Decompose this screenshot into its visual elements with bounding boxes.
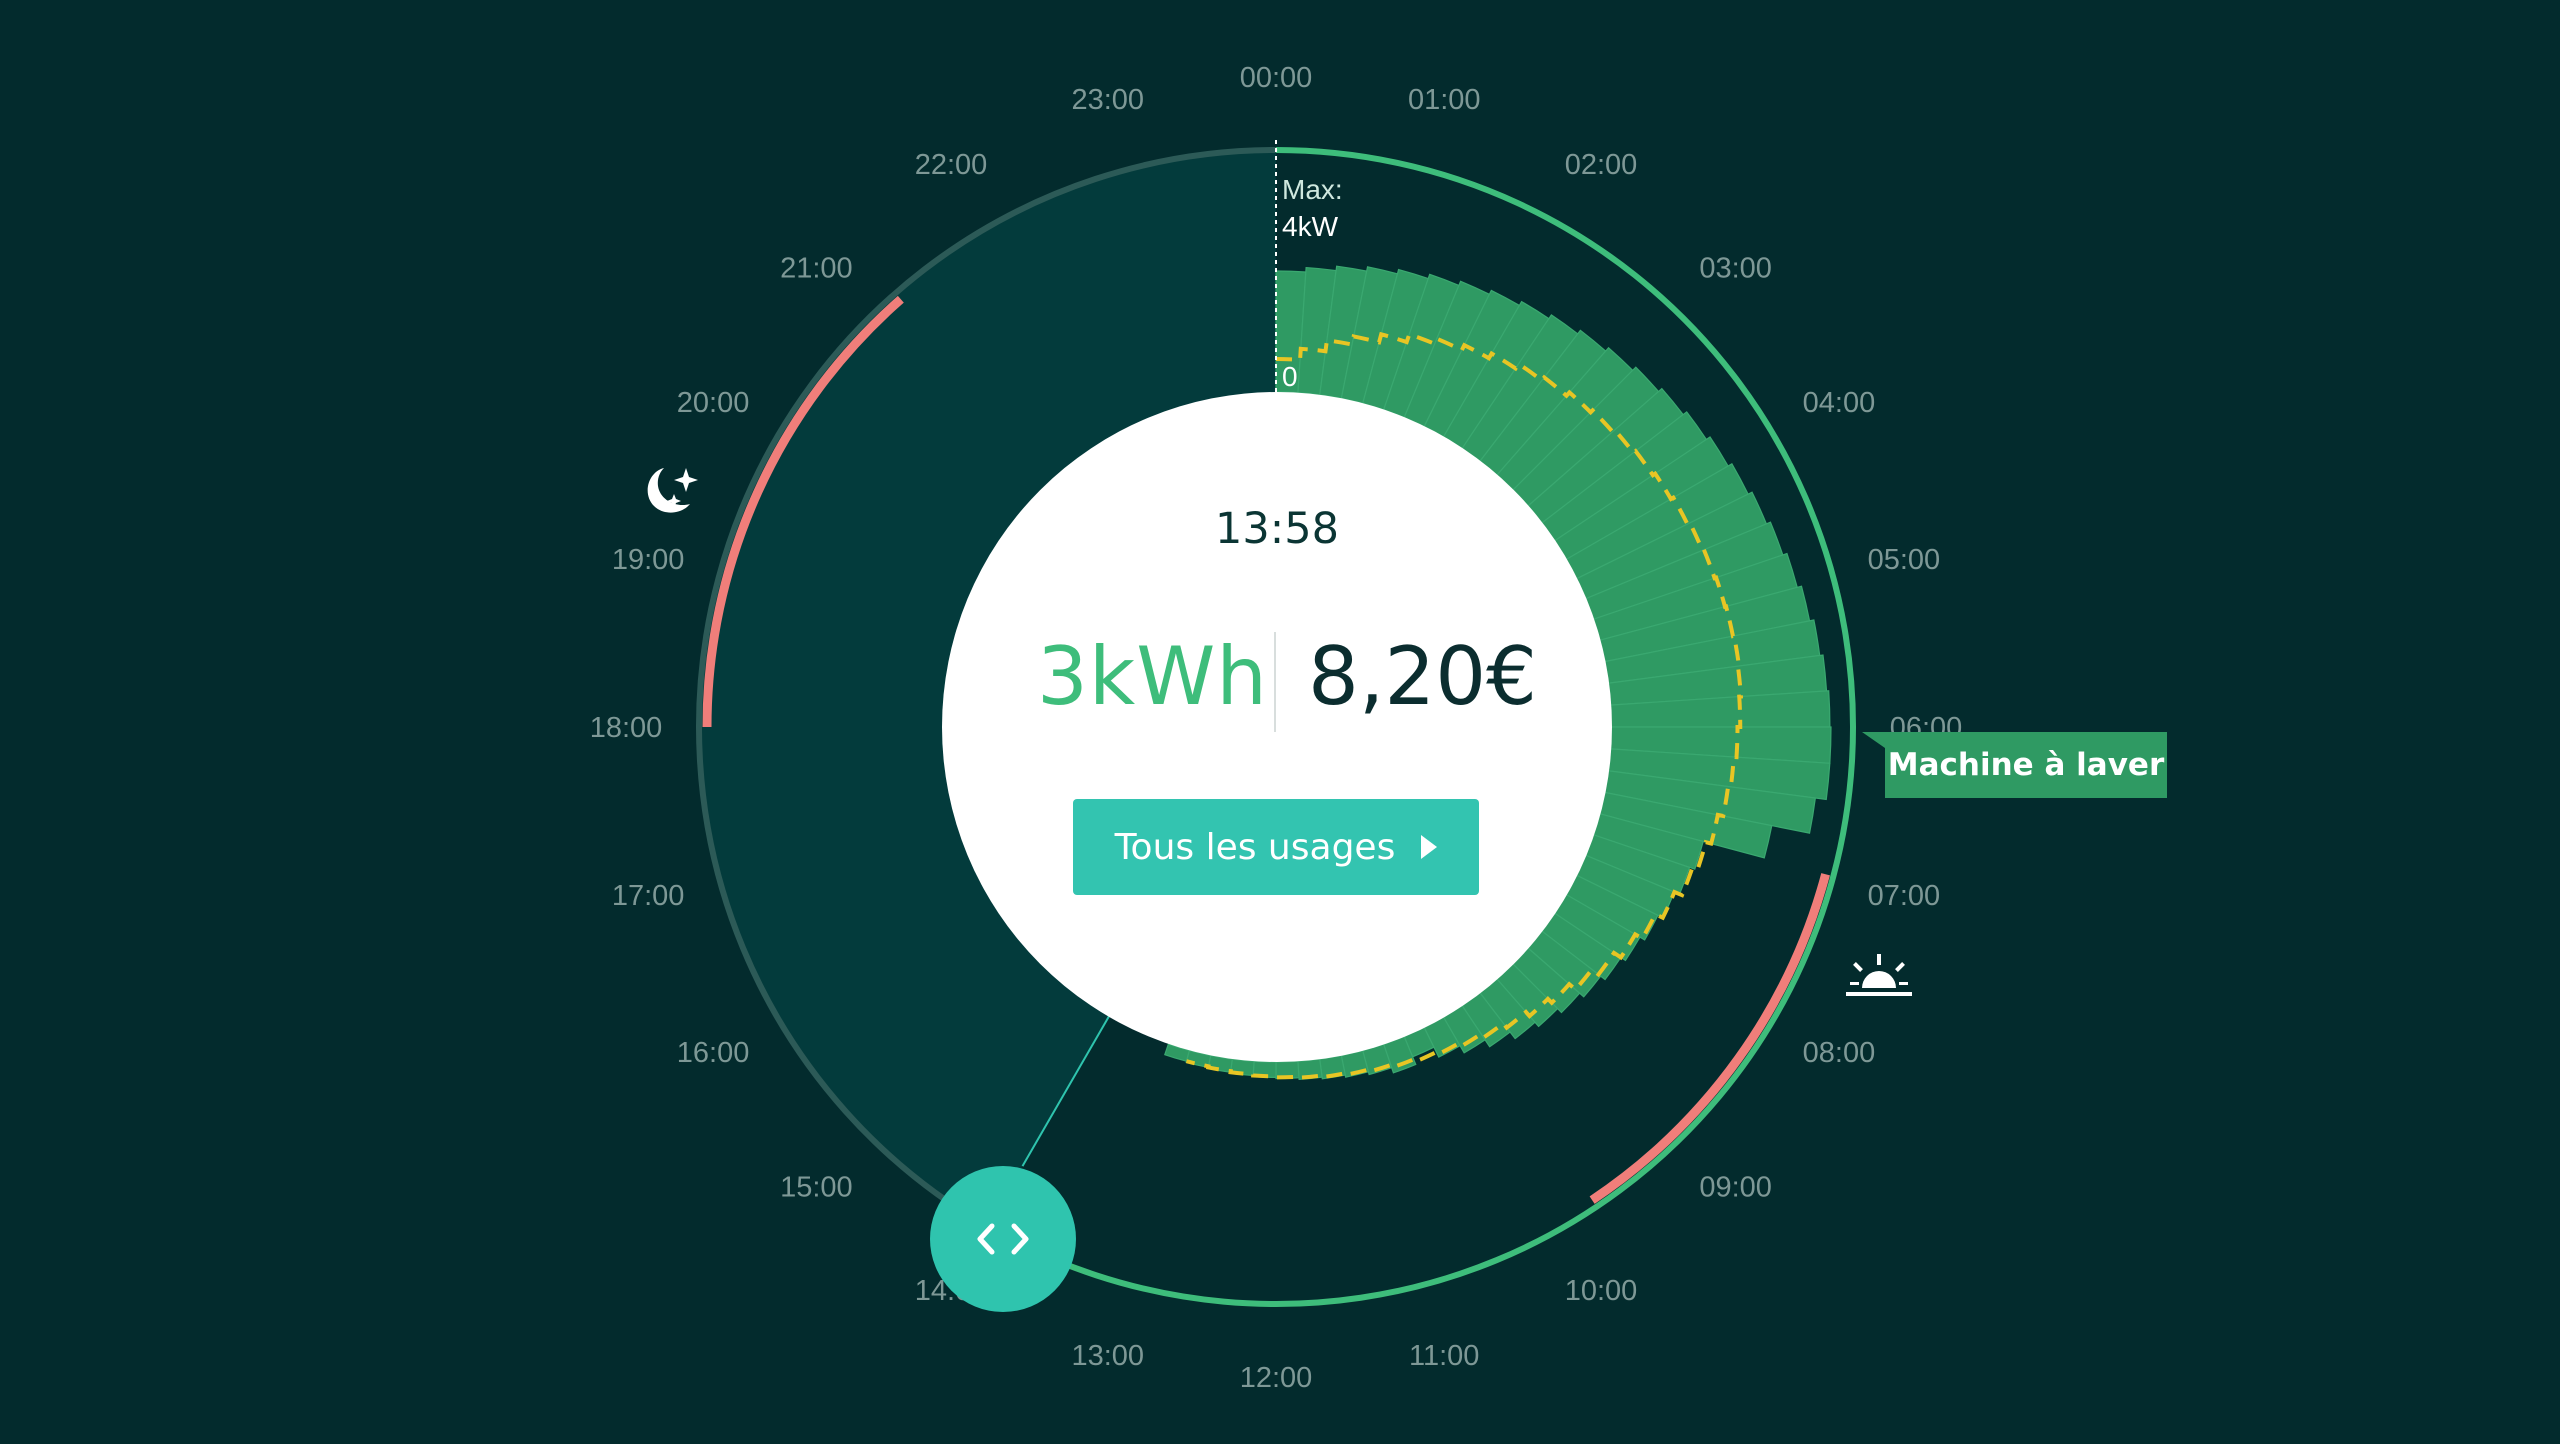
- hour-label: 08:00: [1803, 1037, 1876, 1069]
- hour-label: 18:00: [590, 712, 663, 744]
- device-label[interactable]: Machine à laver: [1885, 732, 2167, 798]
- sunrise-icon: [1846, 954, 1912, 996]
- current-time: 13:58: [1215, 504, 1339, 554]
- max-label: Max:: [1282, 174, 1343, 205]
- hour-label: 17:00: [612, 880, 685, 912]
- hour-label: 13:00: [1071, 1340, 1144, 1372]
- hour-label: 23:00: [1071, 84, 1144, 116]
- hour-label: 19:00: [612, 544, 685, 576]
- hour-label: 12:00: [1240, 1362, 1313, 1394]
- divider: [1274, 632, 1276, 732]
- hour-label: 05:00: [1868, 544, 1941, 576]
- all-usages-button-label: Tous les usages: [1114, 826, 1396, 868]
- energy-value: 3kWh: [1036, 630, 1268, 723]
- time-range-handle[interactable]: [930, 1166, 1076, 1312]
- max-value-label: 4kW: [1282, 211, 1339, 242]
- hour-label: 15:00: [780, 1172, 853, 1204]
- hour-label: 11:00: [1409, 1340, 1479, 1372]
- hour-label: 04:00: [1803, 387, 1876, 419]
- chevron-left-right-icon: [977, 1223, 1029, 1255]
- cost-value: 8,20€: [1308, 630, 1538, 723]
- play-arrow-icon: [1421, 835, 1438, 859]
- hour-label: 07:00: [1868, 880, 1941, 912]
- all-usages-button[interactable]: Tous les usages: [1073, 799, 1479, 895]
- hour-label: 20:00: [677, 387, 750, 419]
- hour-label: 02:00: [1565, 149, 1638, 181]
- hour-label: 10:00: [1565, 1275, 1638, 1307]
- hour-label: 03:00: [1699, 252, 1772, 284]
- hour-label: 22:00: [915, 149, 988, 181]
- moon-stars-icon: [647, 468, 698, 513]
- hour-label: 00:00: [1240, 62, 1313, 94]
- hour-label: 21:00: [780, 252, 853, 284]
- hour-label: 16:00: [677, 1037, 750, 1069]
- energy-dial: 00:00 01:00 02:00 03:00 04:00 05:00 06:00 07:00…: [0, 0, 2560, 1440]
- summary-panel: 13:58 3kWh 8,20€ Tous les usages: [942, 392, 1612, 1062]
- zero-label: 0: [1282, 361, 1298, 392]
- hour-label: 01:00: [1408, 84, 1481, 116]
- device-label-pointer: [1862, 732, 1885, 748]
- hour-label: 09:00: [1699, 1172, 1772, 1204]
